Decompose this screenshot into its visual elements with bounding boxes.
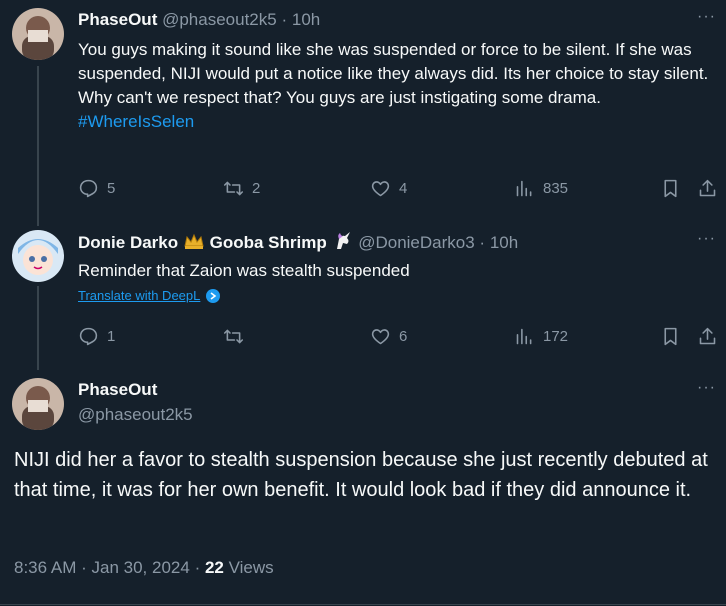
deepl-icon — [206, 288, 221, 303]
bookmark-icon — [664, 327, 677, 346]
main-display-name[interactable]: PhaseOut — [78, 379, 157, 401]
repost-button[interactable]: 2 — [223, 178, 260, 199]
action-bar: 5 2 4 835 — [78, 178, 718, 200]
tweet-1[interactable]: PhaseOut @phaseout2k5 · 10h ··· You guys… — [0, 0, 726, 226]
views-count: 172 — [543, 328, 569, 345]
bookmark-button[interactable] — [660, 326, 681, 347]
main-tweet-text: NIJI did her a favor to stealth suspensi… — [14, 449, 708, 501]
share-icon — [699, 179, 716, 197]
repost-icon — [223, 181, 244, 196]
timestamp[interactable]: 10h — [292, 10, 320, 29]
avatar[interactable] — [12, 8, 64, 60]
separator: · — [194, 558, 201, 577]
views-button[interactable]: 172 — [514, 326, 568, 347]
reply-icon — [79, 327, 98, 346]
more-icon[interactable]: ··· — [697, 230, 716, 248]
tweet-meta: 8:36 AM · Jan 30, 2024 · 22 Views — [14, 558, 274, 578]
avatar[interactable] — [12, 230, 64, 282]
bookmark-button[interactable] — [660, 178, 681, 199]
views-count: 835 — [543, 180, 569, 197]
crown-emoji-icon — [183, 233, 210, 252]
views-icon — [516, 180, 532, 197]
thread-line — [37, 66, 39, 226]
more-icon[interactable]: ··· — [697, 379, 716, 397]
tweet-header: PhaseOut @phaseout2k5 · 10h — [78, 9, 320, 31]
repost-button[interactable] — [223, 326, 252, 347]
like-button[interactable]: 4 — [370, 178, 407, 199]
repost-count: 2 — [252, 180, 261, 197]
hashtag-link[interactable]: #WhereIsSelen — [78, 112, 194, 131]
post-date[interactable]: Jan 30, 2024 — [92, 558, 190, 577]
like-count: 4 — [399, 180, 408, 197]
share-icon — [699, 327, 716, 345]
views-icon — [516, 328, 532, 345]
like-icon — [371, 181, 390, 197]
reply-button[interactable]: 5 — [78, 178, 115, 199]
handle[interactable]: @phaseout2k5 — [162, 10, 277, 29]
like-count: 6 — [399, 328, 408, 345]
reply-button[interactable]: 1 — [78, 326, 115, 347]
post-time[interactable]: 8:36 AM — [14, 558, 76, 577]
reply-count: 5 — [107, 180, 116, 197]
tweet-header: Donie Darko Gooba Shrimp @DonieDarko3 · … — [78, 231, 518, 254]
translate-link[interactable]: Translate with DeepL — [78, 288, 221, 303]
separator: · — [479, 233, 486, 252]
more-icon[interactable]: ··· — [697, 8, 716, 26]
divider — [0, 604, 726, 605]
display-name-2[interactable]: Gooba Shrimp — [210, 233, 327, 252]
separator: · — [281, 10, 288, 29]
repost-icon — [223, 329, 244, 344]
display-name[interactable]: PhaseOut — [78, 10, 157, 29]
bookmark-icon — [664, 179, 677, 198]
action-bar: 1 6 172 — [78, 326, 718, 348]
separator: · — [81, 558, 87, 577]
translate-label[interactable]: Translate with DeepL — [78, 288, 200, 303]
main-handle[interactable]: @phaseout2k5 — [78, 404, 193, 426]
tweet-text: Reminder that Zaion was stealth suspende… — [78, 261, 410, 280]
share-button[interactable] — [697, 326, 718, 347]
tweet-text-body: You guys making it sound like she was su… — [78, 40, 709, 107]
timestamp[interactable]: 10h — [490, 233, 518, 252]
views-label: Views — [228, 558, 274, 577]
reply-count: 1 — [107, 328, 116, 345]
handle[interactable]: @DonieDarko3 — [358, 233, 474, 252]
views-total: 22 — [204, 558, 224, 577]
avatar[interactable] — [12, 378, 64, 430]
unicorn-emoji-icon — [331, 232, 358, 252]
views-button[interactable]: 835 — [514, 178, 568, 199]
reply-icon — [79, 179, 98, 198]
thread-line — [37, 286, 39, 370]
like-icon — [371, 329, 390, 345]
display-name[interactable]: Donie Darko — [78, 233, 178, 252]
like-button[interactable]: 6 — [370, 326, 407, 347]
tweet-text: You guys making it sound like she was su… — [78, 38, 714, 134]
tweet-2[interactable]: Donie Darko Gooba Shrimp @DonieDarko3 · … — [0, 226, 726, 370]
share-button[interactable] — [697, 178, 718, 199]
